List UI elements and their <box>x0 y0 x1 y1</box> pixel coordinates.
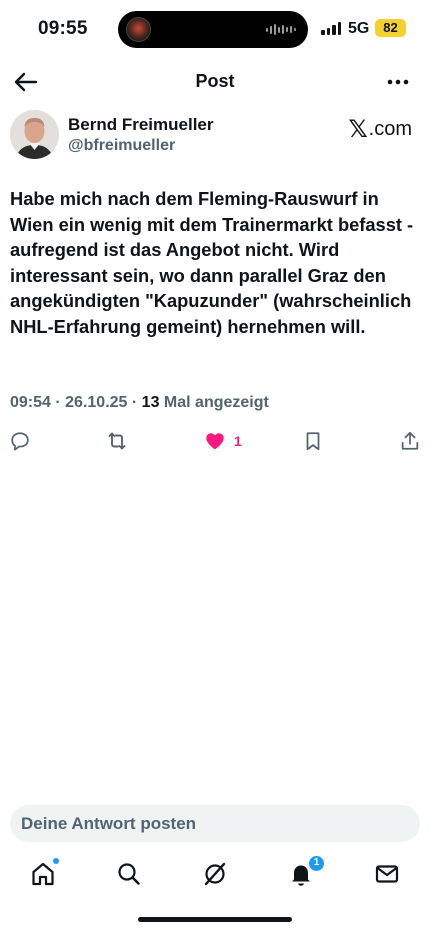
repost-button[interactable] <box>105 428 129 454</box>
share-icon <box>401 431 419 450</box>
reply-button[interactable] <box>9 428 31 454</box>
heart-filled-icon <box>206 433 224 450</box>
notifications-badge: 1 <box>308 855 325 872</box>
mail-icon <box>375 865 399 883</box>
more-horizontal-icon <box>387 79 409 85</box>
x-com-logo: 𝕏 .com <box>348 115 412 144</box>
x-logo-icon: 𝕏 <box>348 116 368 143</box>
x-logo-domain: .com <box>368 118 412 140</box>
cellular-signal-icon <box>321 22 341 35</box>
like-button[interactable]: 1 <box>204 428 242 454</box>
more-options-button[interactable] <box>386 68 410 96</box>
post-time[interactable]: 09:54 <box>10 394 51 411</box>
views-count[interactable]: 13 <box>142 394 160 411</box>
share-button[interactable] <box>399 428 421 454</box>
post-meta: 09:54 · 26.10.25 · 13 Mal angezeigt <box>10 394 269 412</box>
status-bar: 09:55 5G 82 <box>0 0 430 58</box>
tab-search[interactable] <box>115 860 143 888</box>
post-action-bar: 1 <box>0 428 430 454</box>
tab-home[interactable] <box>29 857 60 888</box>
audio-wave-icon <box>266 24 296 35</box>
search-icon <box>118 863 140 885</box>
grok-icon <box>204 862 226 886</box>
repost-icon <box>108 432 126 450</box>
post-author: Bernd Freimueller @bfreimueller 𝕏 .com <box>10 110 420 166</box>
tab-messages[interactable] <box>373 860 401 888</box>
reply-input[interactable]: Deine Antwort posten <box>10 805 420 842</box>
reply-icon <box>11 432 29 451</box>
home-indicator[interactable] <box>138 917 292 922</box>
home-unread-dot <box>52 857 60 865</box>
bookmark-button[interactable] <box>302 428 324 454</box>
post-date[interactable]: 26.10.25 <box>65 394 127 411</box>
author-handle[interactable]: @bfreimueller <box>68 137 175 155</box>
tab-notifications[interactable]: 1 <box>287 855 325 888</box>
meta-separator: · <box>131 394 138 411</box>
bottom-tab-bar: 1 <box>0 850 430 896</box>
avatar[interactable] <box>10 110 59 159</box>
island-media-thumbnail <box>126 17 151 42</box>
tab-grok[interactable] <box>201 860 229 888</box>
battery-indicator: 82 <box>375 19 406 37</box>
meta-separator: · <box>55 394 61 411</box>
like-count: 1 <box>234 433 242 449</box>
dynamic-island[interactable] <box>118 11 308 48</box>
status-time: 09:55 <box>38 18 88 39</box>
post-header: Post <box>0 60 430 104</box>
author-name[interactable]: Bernd Freimueller <box>68 115 214 135</box>
views-label[interactable]: Mal angezeigt <box>164 394 269 411</box>
post-text: Habe mich nach dem Fleming-Rauswurf in W… <box>10 188 419 337</box>
network-type: 5G <box>348 20 370 37</box>
bookmark-icon <box>306 432 320 451</box>
page-title: Post <box>195 71 235 91</box>
profile-photo <box>10 110 59 159</box>
